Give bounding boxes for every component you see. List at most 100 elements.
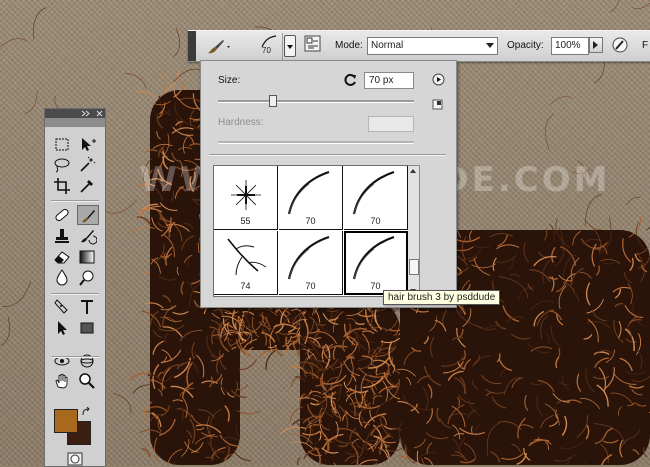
tool-hand[interactable]: [52, 371, 74, 391]
tool-gradient[interactable]: [77, 247, 99, 267]
scrollbar-thumb[interactable]: [409, 259, 419, 275]
brush-icon: [82, 210, 95, 223]
brush-preset-picker: Size: 70 px Hardness: 55 70 70 74 70 70: [200, 60, 457, 308]
brush-size-readout: 70: [262, 46, 271, 55]
collapse-panel-icon[interactable]: [81, 110, 95, 117]
brush-tip-hair-icon: [352, 235, 395, 280]
brush-tool-preset-icon[interactable]: [204, 38, 232, 56]
tools-panel-header[interactable]: [45, 109, 105, 118]
clone-stamp-icon: [55, 229, 69, 243]
marquee-icon: [55, 138, 69, 151]
options-bar-grip[interactable]: [188, 31, 196, 61]
tool-lasso[interactable]: [52, 155, 74, 175]
brush-size-label: 74: [240, 281, 251, 291]
tool-clone-stamp[interactable]: [52, 226, 74, 246]
tool-3d-orbit[interactable]: [77, 351, 99, 371]
tool-3d-rotate[interactable]: [52, 351, 74, 371]
chevron-down-icon: [486, 43, 494, 48]
size-slider-track[interactable]: [218, 100, 414, 103]
opacity-value: 100%: [555, 40, 581, 51]
toolbox-divider: [51, 293, 99, 295]
eyedropper-icon: [80, 180, 93, 193]
brush-size-label: 70: [305, 216, 316, 226]
size-input[interactable]: 70 px: [364, 72, 414, 89]
spot-healing-icon: [55, 208, 69, 222]
brush-tip-star-icon: [231, 180, 261, 210]
scroll-up-icon[interactable]: [410, 169, 416, 173]
tool-pen[interactable]: [52, 297, 74, 317]
panel-menu-icon[interactable]: [432, 73, 445, 86]
brush-size-label: 70: [305, 281, 316, 291]
brush-preset-dropdown-button[interactable]: [284, 35, 296, 57]
hardness-input: [368, 116, 414, 132]
move-icon: [82, 138, 96, 151]
tools-panel-grip[interactable]: [45, 118, 105, 127]
brush-tip-hair-icon: [352, 170, 395, 215]
magic-wand-icon: [80, 156, 96, 172]
brush-preset-hair[interactable]: 70: [344, 231, 408, 295]
quick-mask-icon[interactable]: [67, 452, 83, 466]
hand-icon: [55, 373, 68, 389]
chevron-down-icon: [287, 45, 293, 49]
tool-rectangle[interactable]: [77, 318, 99, 338]
tool-dodge[interactable]: [77, 268, 99, 288]
close-icon[interactable]: [96, 110, 103, 117]
tool-spot-healing[interactable]: [52, 205, 74, 225]
mode-select[interactable]: Normal: [367, 37, 498, 55]
tool-blur[interactable]: [52, 268, 74, 288]
gradient-icon: [79, 250, 95, 264]
hardness-label: Hardness:: [218, 117, 264, 128]
eraser-icon: [54, 251, 70, 264]
mode-label: Mode:: [335, 40, 363, 51]
tool-crop[interactable]: [52, 176, 74, 196]
rectangle-icon: [80, 322, 94, 334]
toolbox-divider: [51, 356, 99, 358]
tool-type[interactable]: [77, 297, 99, 317]
tablet-pressure-opacity-icon[interactable]: [611, 36, 629, 54]
tool-brush[interactable]: [77, 205, 99, 225]
panel-divider: [209, 154, 446, 156]
brush-panel-toggle-icon[interactable]: [304, 35, 321, 52]
opacity-field[interactable]: 100%: [551, 37, 589, 55]
brush-grid-scrollbar[interactable]: [408, 165, 420, 297]
crop-icon: [54, 178, 70, 194]
3d-orbit-icon: [80, 354, 94, 368]
brush-size-label: 70: [370, 216, 381, 226]
brush-preset-star[interactable]: 55: [214, 166, 278, 230]
brush-size-label: 55: [240, 216, 251, 226]
brush-preset-hair[interactable]: 70: [344, 166, 408, 230]
brush-tooltip: hair brush 3 by psddude: [383, 290, 501, 305]
brush-tip-branch-icon: [227, 238, 267, 276]
history-brush-icon: [81, 230, 98, 245]
tool-path-selection[interactable]: [52, 318, 74, 338]
brush-preset-branch[interactable]: 74: [214, 231, 278, 295]
opacity-label: Opacity:: [507, 40, 544, 51]
zoom-icon: [79, 373, 95, 389]
path-selection-icon: [58, 321, 67, 335]
tool-eraser[interactable]: [52, 247, 74, 267]
tool-history-brush[interactable]: [77, 226, 99, 246]
type-icon: [81, 300, 93, 314]
brush-tip-hair-icon: [287, 170, 330, 215]
size-slider-thumb[interactable]: [268, 95, 277, 107]
tool-zoom[interactable]: [77, 371, 99, 391]
brush-preset-grid: 55 70 70 74 70 70: [213, 165, 410, 297]
reset-size-icon[interactable]: [344, 73, 358, 87]
dodge-icon: [79, 270, 94, 286]
new-preset-icon[interactable]: [432, 99, 443, 110]
brush-preset-hair[interactable]: 70: [279, 166, 343, 230]
hardness-slider-track: [218, 141, 414, 144]
flow-label-truncated: F: [642, 40, 649, 51]
tool-magic-wand[interactable]: [77, 155, 99, 175]
swap-colors-icon[interactable]: [81, 407, 91, 417]
opacity-slider-button[interactable]: [589, 37, 603, 53]
foreground-color-swatch[interactable]: [54, 409, 78, 433]
pen-icon: [54, 299, 68, 314]
brush-tip-hair-icon: [287, 235, 330, 280]
tool-eyedropper[interactable]: [77, 176, 99, 196]
brush-preset-hair[interactable]: 70: [279, 231, 343, 295]
tool-move[interactable]: [77, 135, 99, 155]
tool-marquee[interactable]: [52, 135, 74, 155]
tools-panel: [44, 108, 106, 467]
size-label: Size:: [218, 75, 241, 86]
